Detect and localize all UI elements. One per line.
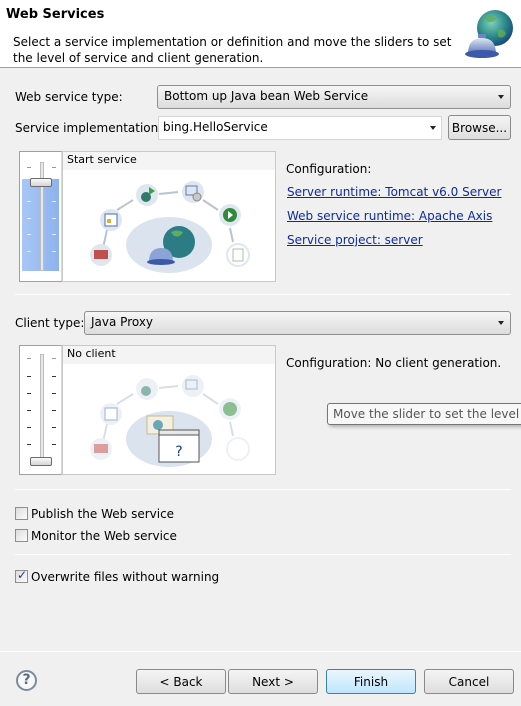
service-configuration-label: Configuration: [286, 162, 372, 176]
service-implementation-value: bing.HelloService [163, 120, 268, 134]
service-workflow-diagram [90, 181, 250, 273]
separator [15, 489, 511, 490]
service-slider-thumb[interactable] [30, 178, 52, 187]
slider-tick [52, 201, 56, 202]
client-level-preview: No client ? [62, 345, 276, 475]
client-type-value: Java Proxy [91, 315, 154, 329]
client-level-label: No client [63, 346, 275, 364]
help-icon[interactable]: ? [16, 670, 37, 691]
slider-tick [27, 251, 31, 252]
slider-tick [52, 410, 56, 411]
web-service-globe-bell-icon [462, 6, 516, 62]
slider-tick [52, 358, 56, 359]
client-slider-thumb[interactable] [30, 457, 52, 466]
wizard-banner: Web Services Select a service implementa… [0, 0, 521, 68]
chevron-down-icon [498, 321, 504, 325]
svg-text:?: ? [175, 444, 182, 460]
publish-checkbox[interactable] [15, 507, 28, 520]
checkmark-icon: ✓ [17, 568, 28, 582]
wizard-description: Select a service implementation or defin… [13, 35, 452, 65]
server-runtime-link[interactable]: Server runtime: Tomcat v6.0 Server [287, 185, 501, 199]
chevron-down-icon[interactable] [430, 126, 436, 130]
web-service-runtime-link[interactable]: Web service runtime: Apache Axis [287, 209, 492, 223]
client-type-select[interactable]: Java Proxy [84, 311, 511, 335]
monitor-checkbox[interactable] [15, 529, 28, 542]
slider-tick [52, 427, 56, 428]
monitor-checkbox-box[interactable] [15, 529, 28, 542]
browse-button[interactable]: Browse... [448, 115, 511, 140]
service-project-link[interactable]: Service project: server [287, 233, 423, 247]
separator [15, 294, 511, 295]
footer-separator [0, 651, 521, 652]
chevron-down-icon [498, 95, 504, 99]
slider-tick [52, 376, 56, 377]
monitor-label[interactable]: Monitor the Web service [31, 529, 177, 543]
slider-tick [27, 376, 31, 377]
client-unknown-icon: ? [126, 411, 212, 467]
client-level-slider[interactable] [19, 345, 63, 475]
publish-checkbox-box[interactable] [15, 507, 28, 520]
finish-button[interactable]: Finish [326, 669, 416, 694]
web-service-type-value: Bottom up Java bean Web Service [164, 89, 369, 103]
slider-tick [27, 427, 31, 428]
overwrite-checkbox-box[interactable]: ✓ [15, 568, 28, 583]
back-button[interactable]: < Back [136, 669, 226, 694]
separator [15, 554, 511, 555]
slider-tick [27, 393, 31, 394]
slider-tick [27, 358, 31, 359]
client-slider-track [40, 354, 44, 464]
slider-tick [27, 410, 31, 411]
slider-tick [27, 218, 31, 219]
web-service-type-label: Web service type: [15, 90, 123, 104]
slider-tick [27, 444, 31, 445]
slider-tooltip: Move the slider to set the level of clie… [327, 403, 521, 425]
slider-tick [52, 167, 56, 168]
slider-tick [27, 201, 31, 202]
slider-tick [52, 234, 56, 235]
service-implementation-input[interactable]: bing.HelloService [158, 116, 442, 140]
slider-tick [52, 444, 56, 445]
publish-label[interactable]: Publish the Web service [31, 507, 174, 521]
service-level-label: Start service [63, 152, 275, 170]
slider-tick [27, 167, 31, 168]
service-implementation-label: Service implementation: [15, 121, 163, 135]
client-type-label: Client type: [15, 316, 85, 330]
service-level-preview: Start service [62, 151, 276, 282]
wizard-title: Web Services [6, 7, 105, 22]
next-button[interactable]: Next > [228, 669, 318, 694]
client-configuration-text: Configuration: No client generation. [286, 356, 502, 370]
overwrite-label[interactable]: Overwrite files without warning [31, 570, 219, 584]
slider-tick [52, 393, 56, 394]
cancel-button[interactable]: Cancel [424, 669, 514, 694]
slider-tick [52, 251, 56, 252]
service-level-slider[interactable] [19, 151, 63, 282]
overwrite-checkbox[interactable]: ✓ [15, 568, 28, 583]
slider-tick [52, 218, 56, 219]
slider-tick [27, 234, 31, 235]
web-service-type-select[interactable]: Bottom up Java bean Web Service [157, 85, 511, 109]
